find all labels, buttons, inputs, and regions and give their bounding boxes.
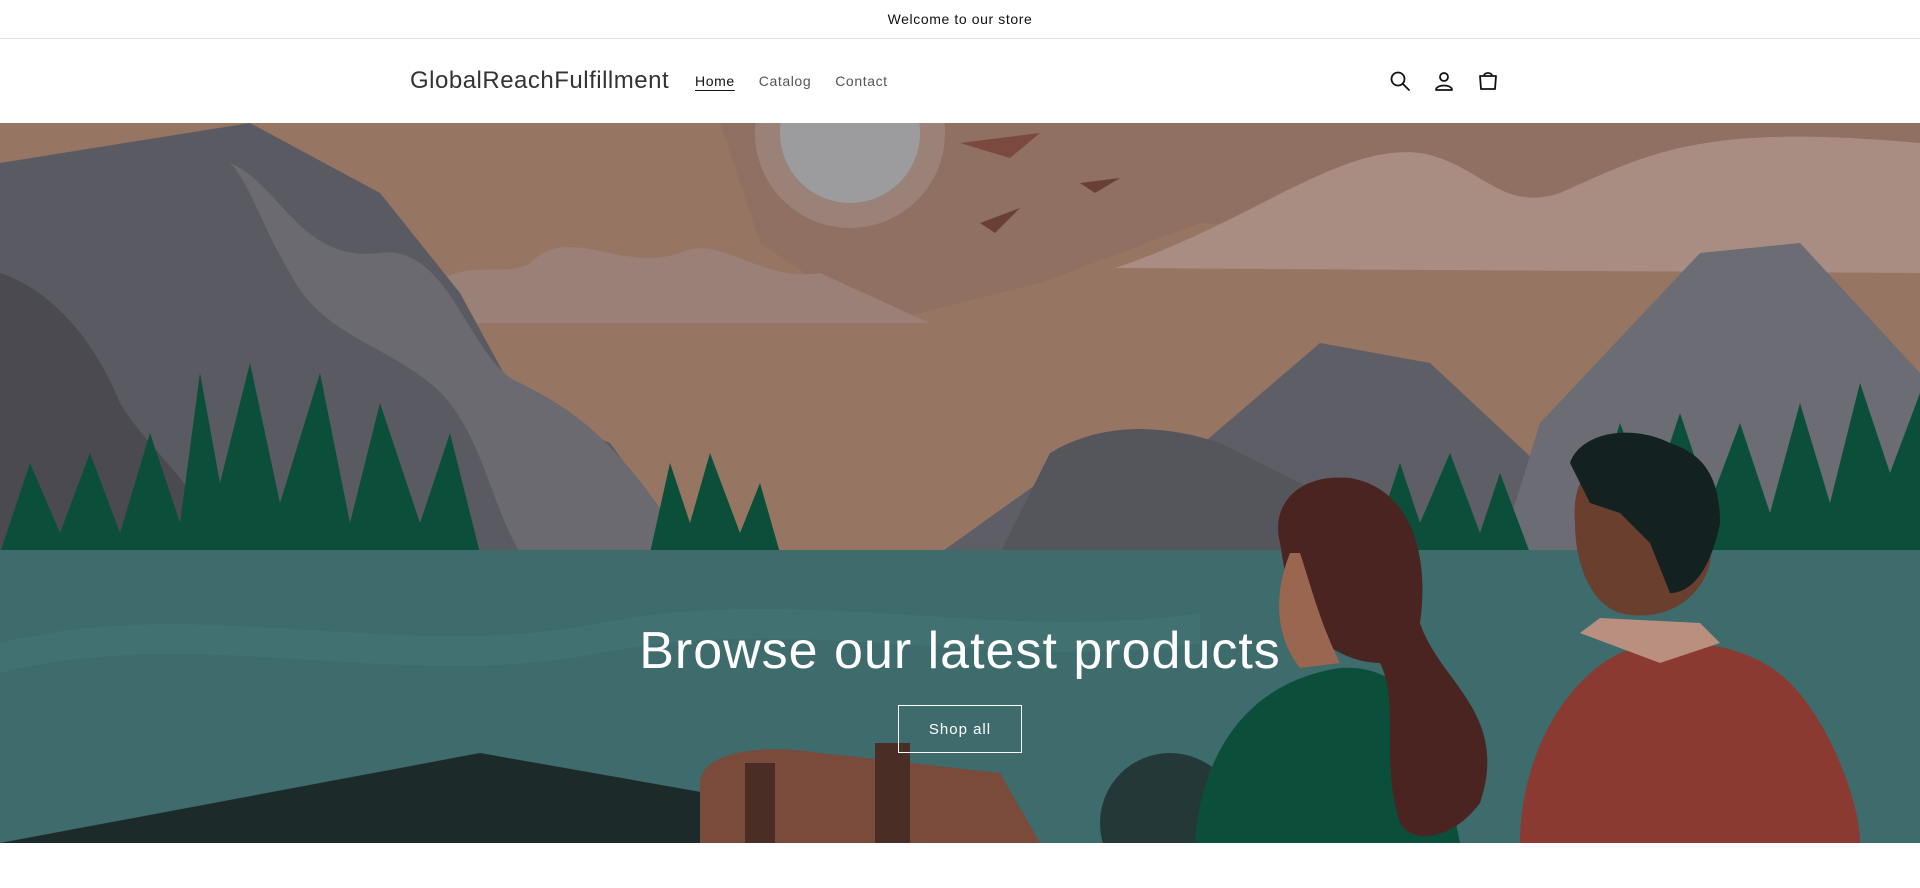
nav-home[interactable]: Home <box>695 73 735 89</box>
store-logo[interactable]: GlobalReachFulfillment <box>410 39 669 123</box>
account-icon[interactable] <box>1429 66 1459 96</box>
cart-icon[interactable] <box>1473 66 1503 96</box>
announcement-bar: Welcome to our store <box>0 0 1920 39</box>
announcement-text: Welcome to our store <box>887 11 1033 27</box>
shop-all-button[interactable]: Shop all <box>897 705 1023 753</box>
nav-catalog[interactable]: Catalog <box>759 73 811 89</box>
main-nav: Home Catalog Contact <box>695 39 888 123</box>
header-icons <box>1385 39 1503 123</box>
search-icon[interactable] <box>1385 66 1415 96</box>
site-header: GlobalReachFulfillment Home Catalog Cont… <box>0 39 1920 123</box>
nav-contact[interactable]: Contact <box>835 73 887 89</box>
hero-content: Browse our latest products Shop all <box>0 123 1920 843</box>
hero-title: Browse our latest products <box>639 622 1281 680</box>
hero-banner: Browse our latest products Shop all <box>0 123 1920 843</box>
page-continuation <box>0 843 1920 888</box>
